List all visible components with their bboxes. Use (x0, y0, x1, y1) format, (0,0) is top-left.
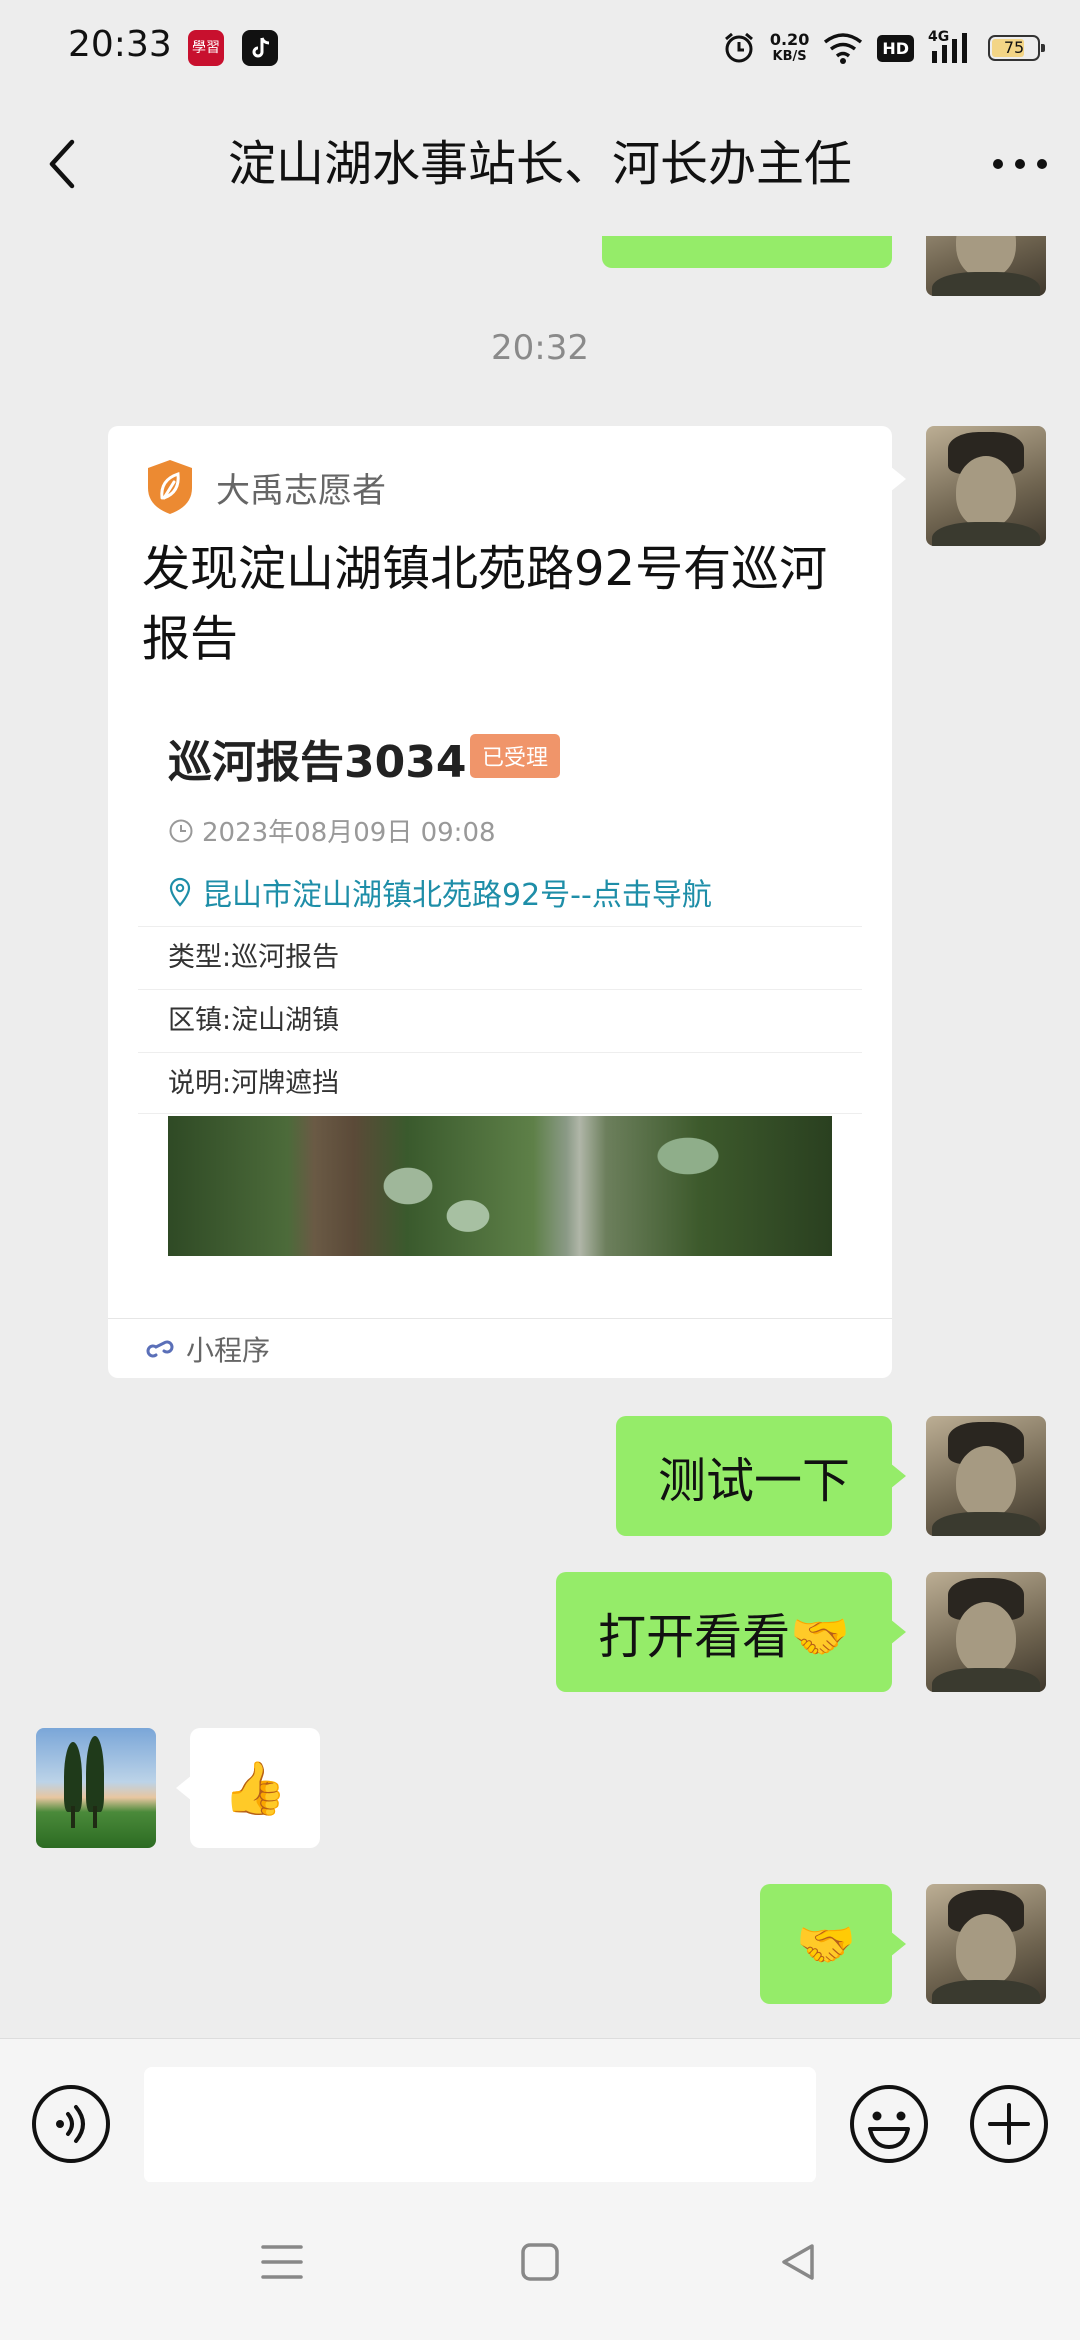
report-field-description: 说明:河牌遮挡 (138, 1052, 862, 1114)
received-message-text: 👍 (222, 1758, 288, 1819)
sent-message-bubble[interactable]: 打开看看🤝 (556, 1572, 906, 1692)
back-button[interactable] (30, 132, 94, 196)
battery-level: 75 (1003, 38, 1025, 57)
field-value: 淀山湖镇 (231, 1005, 340, 1036)
field-value: 河牌遮挡 (231, 1068, 340, 1099)
previous-message-bubble[interactable] (602, 236, 892, 268)
signal-icon: 4G (928, 29, 974, 65)
nav-back-button[interactable] (758, 2222, 838, 2302)
status-time: 20:33 (68, 24, 172, 65)
home-square-icon (521, 2243, 559, 2281)
voice-icon (32, 2085, 110, 2163)
field-label: 区镇: (168, 1005, 232, 1036)
network-speed-unit: KB/S (772, 49, 807, 64)
report-address: 昆山市淀山湖镇北苑路92号--点击导航 (202, 878, 712, 913)
system-nav-bar (0, 2182, 1080, 2340)
back-triangle-icon (782, 2244, 814, 2280)
more-functions-button[interactable] (968, 2083, 1050, 2165)
card-footer: 小程序 (108, 1318, 892, 1378)
mini-program-label: 小程序 (186, 1333, 271, 1367)
menu-icon (261, 2245, 303, 2279)
nav-menu-button[interactable] (242, 2222, 322, 2302)
report-photo (168, 1116, 832, 1256)
more-button[interactable] (980, 132, 1060, 196)
input-bar (0, 2038, 1080, 2183)
more-dots-icon (993, 159, 1047, 169)
brand-name: 大禹志愿者 (216, 470, 386, 511)
my-avatar[interactable] (926, 1572, 1046, 1692)
mini-program-link-icon (146, 1340, 174, 1357)
contact-avatar[interactable] (36, 1728, 156, 1848)
xuexi-app-icon: 學習 (188, 30, 224, 66)
sent-message-bubble[interactable]: 测试一下 (616, 1416, 906, 1536)
report-title: 巡河报告3034 (168, 737, 467, 788)
shield-leaf-icon (148, 460, 192, 514)
sent-message-bubble[interactable]: 🤝 (760, 1884, 906, 2004)
tiktok-app-icon (242, 30, 278, 66)
my-avatar[interactable] (926, 426, 1046, 546)
field-value: 巡河报告 (231, 942, 340, 973)
field-label: 说明: (168, 1068, 232, 1099)
card-brand: 大禹志愿者 (144, 458, 386, 516)
voice-button[interactable] (30, 2083, 112, 2165)
card-title: 发现淀山湖镇北苑路92号有巡河报告 (142, 541, 828, 667)
my-avatar[interactable] (926, 1416, 1046, 1536)
my-avatar[interactable] (926, 1884, 1046, 2004)
status-bar: 20:33 學習 0.20 KB/S HD 4G 75 (0, 0, 1080, 96)
report-datetime-row: 2023年08月09日 09:08 (168, 812, 496, 849)
received-message-bubble[interactable]: 👍 (176, 1728, 320, 1848)
mini-program-card[interactable]: 大禹志愿者 发现淀山湖镇北苑路92号有巡河报告 巡河报告3034 已受理 202… (108, 426, 906, 1378)
status-badge: 已受理 (470, 734, 561, 778)
nav-home-button[interactable] (500, 2222, 580, 2302)
report-field-district: 区镇:淀山湖镇 (138, 989, 862, 1051)
network-speed-value: 0.20 (769, 30, 810, 49)
chat-message-list[interactable]: 20:32 大禹志愿者 发现淀山湖镇北苑路92号有巡河报告 巡河报告3034 已… (0, 236, 1080, 2038)
emoji-icon (850, 2085, 928, 2163)
alarm-icon (724, 32, 753, 63)
field-label: 类型: (168, 942, 232, 973)
battery-icon: 75 (988, 35, 1045, 61)
hd-badge: HD (877, 34, 914, 62)
chat-header: 淀山湖水事站长、河长办主任 (0, 96, 1080, 236)
report-field-type: 类型:巡河报告 (138, 926, 862, 988)
report-address-link[interactable]: 昆山市淀山湖镇北苑路92号--点击导航 (168, 870, 712, 914)
wifi-icon (824, 33, 863, 64)
my-avatar[interactable] (926, 236, 1046, 296)
back-arrow-icon (49, 139, 75, 189)
clock-icon (169, 819, 193, 842)
status-indicators: 0.20 KB/S HD 4G 75 (722, 26, 1045, 70)
message-timestamp: 20:32 (491, 328, 589, 368)
plus-icon (970, 2085, 1048, 2163)
report-datetime: 2023年08月09日 09:08 (202, 818, 496, 848)
chat-title: 淀山湖水事站长、河长办主任 (227, 136, 852, 192)
location-pin-icon (169, 877, 191, 907)
network-speed: 0.20 KB/S (770, 31, 809, 65)
message-input[interactable] (144, 2067, 816, 2183)
emoji-button[interactable] (848, 2083, 930, 2165)
